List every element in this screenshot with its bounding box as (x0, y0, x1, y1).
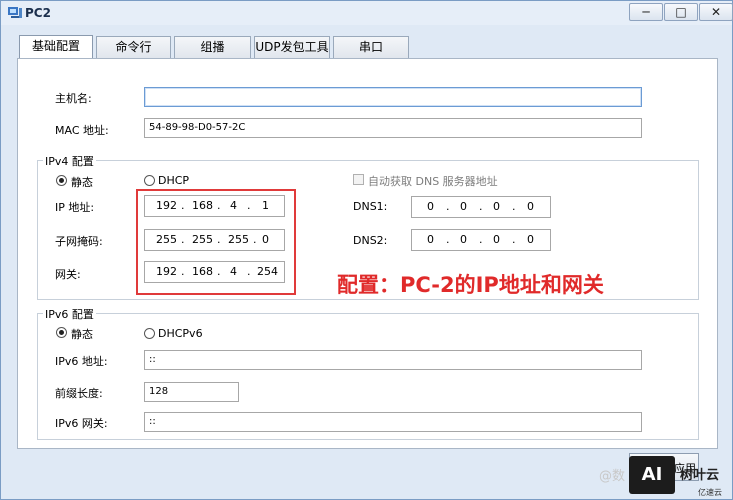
ipv6-static-label: 静态 (71, 328, 93, 341)
ipv6-static-radio[interactable] (56, 327, 67, 338)
dns1-label: DNS1: (353, 200, 388, 213)
ipv6-address-field[interactable]: :: (144, 350, 642, 370)
ipv6-dhcpv6-radio[interactable] (144, 328, 155, 339)
annotation-text: 配置：PC-2的IP地址和网关 (337, 273, 604, 297)
dns2-octet: 0 (460, 233, 467, 246)
dns1-octet: 0 (527, 200, 534, 213)
prefix-length-label: 前缀长度: (55, 387, 103, 400)
hostname-label: 主机名: (55, 92, 92, 105)
subnet-mask-label: 子网掩码: (55, 235, 103, 248)
ipv4-static-label: 静态 (71, 176, 93, 189)
pc-app-icon (8, 7, 22, 18)
tab-udp-tool[interactable]: UDP发包工具 (254, 36, 330, 58)
red-highlight-box (136, 189, 296, 295)
auto-dns-label: 自动获取 DNS 服务器地址 (368, 175, 498, 188)
maximize-button[interactable]: □ (664, 3, 698, 21)
ipv4-static-radio[interactable] (56, 175, 67, 186)
title-bar[interactable]: PC2 ─ □ ✕ (1, 1, 733, 25)
pc-config-window: PC2 ─ □ ✕ 基础配置 命令行 组播 UDP发包工具 串口 主机名: MA… (0, 0, 733, 500)
logo-name: 树叶云 (680, 468, 720, 483)
close-button[interactable]: ✕ (699, 3, 733, 21)
gateway-label: 网关: (55, 268, 81, 281)
ipv4-group-title: IPv4 配置 (43, 153, 96, 169)
dns2-label: DNS2: (353, 234, 388, 247)
dns1-octet: 0 (460, 200, 467, 213)
tab-basic-config[interactable]: 基础配置 (19, 35, 93, 59)
minimize-button[interactable]: ─ (629, 3, 663, 21)
mac-address-field[interactable]: 54-89-98-D0-57-2C (144, 118, 642, 138)
dns1-field[interactable]: 0 . 0 . 0 . 0 (411, 196, 551, 218)
auto-dns-checkbox[interactable] (353, 174, 364, 185)
tab-command-line[interactable]: 命令行 (96, 36, 171, 58)
ipv6-group-title: IPv6 配置 (43, 306, 96, 322)
hostname-input[interactable] (144, 87, 642, 107)
mac-label: MAC 地址: (55, 124, 109, 137)
dns1-octet: 0 (427, 200, 434, 213)
prefix-length-field[interactable]: 128 (144, 382, 239, 402)
tab-serial[interactable]: 串口 (333, 36, 409, 58)
dns2-octet: 0 (427, 233, 434, 246)
ipv4-dhcp-radio[interactable] (144, 175, 155, 186)
faint-watermark: @数 (599, 469, 626, 484)
dns2-field[interactable]: 0 . 0 . 0 . 0 (411, 229, 551, 251)
ai-logo: AI (629, 456, 675, 494)
ipv6-dhcpv6-label: DHCPv6 (158, 327, 203, 340)
tab-strip: 基础配置 命令行 组播 UDP发包工具 串口 (1, 25, 732, 61)
logo-subtitle: 亿速云 (698, 488, 722, 497)
dns2-octet: 0 (527, 233, 534, 246)
tab-multicast[interactable]: 组播 (174, 36, 251, 58)
dns1-octet: 0 (493, 200, 500, 213)
ipv6-gateway-label: IPv6 网关: (55, 417, 108, 430)
dns2-octet: 0 (493, 233, 500, 246)
ipv4-dhcp-label: DHCP (158, 174, 190, 187)
ip-address-label: IP 地址: (55, 201, 95, 214)
ipv6-address-label: IPv6 地址: (55, 355, 108, 368)
window-title: PC2 (25, 6, 51, 20)
ipv6-gateway-field[interactable]: :: (144, 412, 642, 432)
